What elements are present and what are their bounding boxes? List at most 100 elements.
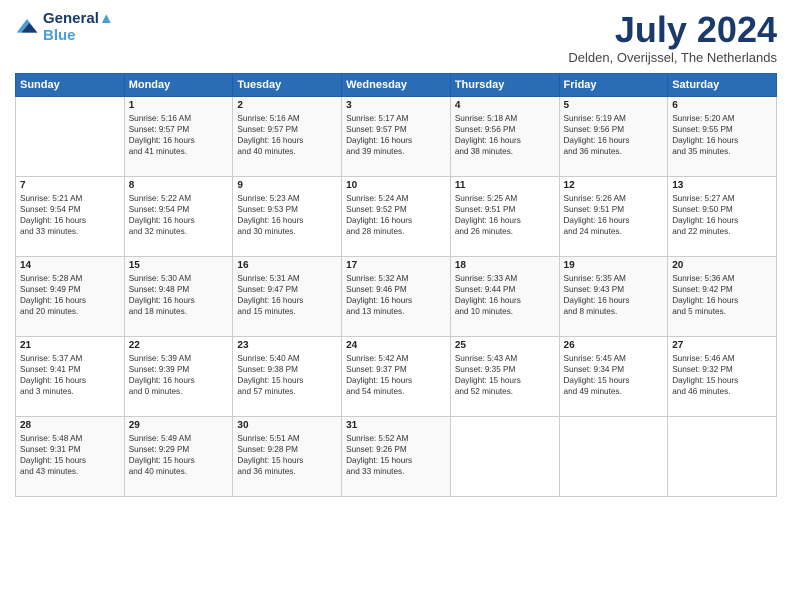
day-number: 25	[455, 340, 555, 351]
calendar-cell: 3 Sunrise: 5:17 AM Sunset: 9:57 PM Daylig…	[342, 96, 451, 176]
day-info: Sunrise: 5:46 AM Sunset: 9:32 PM Dayligh…	[672, 353, 772, 397]
calendar-cell: 22Sunrise: 5:39 AM Sunset: 9:39 PM Dayli…	[124, 336, 233, 416]
day-info: Sunrise: 5:32 AM Sunset: 9:46 PM Dayligh…	[346, 273, 446, 317]
col-header-sunday: Sunday	[16, 73, 125, 96]
week-row-4: 21 Sunrise: 5:37 AM Sunset: 9:41 PM Dayli…	[16, 336, 777, 416]
logo-text: General▲ Blue	[43, 10, 114, 44]
calendar-cell: 6 Sunrise: 5:20 AM Sunset: 9:55 PM Daylig…	[668, 96, 777, 176]
calendar-cell: 29 Sunrise: 5:49 AM Sunset: 9:29 PM Dayli…	[124, 416, 233, 496]
day-info: Sunrise: 5:52 AM Sunset: 9:26 PM Dayligh…	[346, 433, 446, 477]
day-number: 8	[129, 180, 229, 191]
logo: General▲ Blue	[15, 10, 114, 44]
col-header-friday: Friday	[559, 73, 668, 96]
calendar-cell	[668, 416, 777, 496]
header-row: SundayMondayTuesdayWednesdayThursdayFrid…	[16, 73, 777, 96]
day-info: Sunrise: 5:21 AM Sunset: 9:54 PM Dayligh…	[20, 193, 120, 237]
day-info: Sunrise: 5:22 AM Sunset: 9:54 PM Dayligh…	[129, 193, 229, 237]
day-info: Sunrise: 5:33 AM Sunset: 9:44 PM Dayligh…	[455, 273, 555, 317]
col-header-monday: Monday	[124, 73, 233, 96]
day-number: 3	[346, 100, 446, 111]
day-info: Sunrise: 5:45 AM Sunset: 9:34 PM Dayligh…	[564, 353, 664, 397]
day-info: Sunrise: 5:24 AM Sunset: 9:52 PM Dayligh…	[346, 193, 446, 237]
header: General▲ Blue July 2024 Delden, Overijss…	[15, 10, 777, 65]
day-number: 6	[672, 100, 772, 111]
col-header-saturday: Saturday	[668, 73, 777, 96]
day-info: Sunrise: 5:49 AM Sunset: 9:29 PM Dayligh…	[129, 433, 229, 477]
day-info: Sunrise: 5:20 AM Sunset: 9:55 PM Dayligh…	[672, 113, 772, 157]
calendar-cell: 24 Sunrise: 5:42 AM Sunset: 9:37 PM Dayli…	[342, 336, 451, 416]
calendar-cell: 8 Sunrise: 5:22 AM Sunset: 9:54 PM Daylig…	[124, 176, 233, 256]
page: General▲ Blue July 2024 Delden, Overijss…	[0, 0, 792, 612]
day-number: 14	[20, 260, 120, 271]
calendar-cell: 23Sunrise: 5:40 AM Sunset: 9:38 PM Dayli…	[233, 336, 342, 416]
day-number: 12	[564, 180, 664, 191]
day-info: Sunrise: 5:39 AM Sunset: 9:39 PM Dayligh…	[129, 353, 229, 397]
day-number: 29	[129, 420, 229, 431]
day-number: 15	[129, 260, 229, 271]
col-header-tuesday: Tuesday	[233, 73, 342, 96]
week-row-3: 14 Sunrise: 5:28 AM Sunset: 9:49 PM Dayli…	[16, 256, 777, 336]
day-info: Sunrise: 5:30 AM Sunset: 9:48 PM Dayligh…	[129, 273, 229, 317]
day-number: 27	[672, 340, 772, 351]
day-number: 30	[237, 420, 337, 431]
calendar-cell: 16Sunrise: 5:31 AM Sunset: 9:47 PM Dayli…	[233, 256, 342, 336]
calendar-cell	[559, 416, 668, 496]
calendar-cell: 19Sunrise: 5:35 AM Sunset: 9:43 PM Dayli…	[559, 256, 668, 336]
day-info: Sunrise: 5:28 AM Sunset: 9:49 PM Dayligh…	[20, 273, 120, 317]
day-number: 20	[672, 260, 772, 271]
calendar-cell: 9 Sunrise: 5:23 AM Sunset: 9:53 PM Daylig…	[233, 176, 342, 256]
location: Delden, Overijssel, The Netherlands	[568, 50, 777, 65]
day-number: 21	[20, 340, 120, 351]
calendar-cell: 13Sunrise: 5:27 AM Sunset: 9:50 PM Dayli…	[668, 176, 777, 256]
calendar-cell: 15 Sunrise: 5:30 AM Sunset: 9:48 PM Dayli…	[124, 256, 233, 336]
day-number: 7	[20, 180, 120, 191]
day-info: Sunrise: 5:25 AM Sunset: 9:51 PM Dayligh…	[455, 193, 555, 237]
logo-icon	[15, 15, 39, 39]
calendar-cell: 28Sunrise: 5:48 AM Sunset: 9:31 PM Dayli…	[16, 416, 125, 496]
calendar-cell: 14 Sunrise: 5:28 AM Sunset: 9:49 PM Dayli…	[16, 256, 125, 336]
col-header-thursday: Thursday	[450, 73, 559, 96]
calendar-cell: 21 Sunrise: 5:37 AM Sunset: 9:41 PM Dayli…	[16, 336, 125, 416]
calendar-cell: 12 Sunrise: 5:26 AM Sunset: 9:51 PM Dayli…	[559, 176, 668, 256]
calendar-cell: 1Sunrise: 5:16 AM Sunset: 9:57 PM Daylig…	[124, 96, 233, 176]
title-block: July 2024 Delden, Overijssel, The Nether…	[568, 10, 777, 65]
calendar-cell: 5Sunrise: 5:19 AM Sunset: 9:56 PM Daylig…	[559, 96, 668, 176]
day-info: Sunrise: 5:23 AM Sunset: 9:53 PM Dayligh…	[237, 193, 337, 237]
day-number: 9	[237, 180, 337, 191]
calendar-cell: 26 Sunrise: 5:45 AM Sunset: 9:34 PM Dayli…	[559, 336, 668, 416]
calendar-cell: 11Sunrise: 5:25 AM Sunset: 9:51 PM Dayli…	[450, 176, 559, 256]
day-info: Sunrise: 5:31 AM Sunset: 9:47 PM Dayligh…	[237, 273, 337, 317]
calendar-cell: 17 Sunrise: 5:32 AM Sunset: 9:46 PM Dayli…	[342, 256, 451, 336]
day-info: Sunrise: 5:51 AM Sunset: 9:28 PM Dayligh…	[237, 433, 337, 477]
calendar-cell: 4Sunrise: 5:18 AM Sunset: 9:56 PM Daylig…	[450, 96, 559, 176]
week-row-5: 28Sunrise: 5:48 AM Sunset: 9:31 PM Dayli…	[16, 416, 777, 496]
day-number: 26	[564, 340, 664, 351]
calendar-cell	[16, 96, 125, 176]
day-number: 10	[346, 180, 446, 191]
calendar-cell: 27 Sunrise: 5:46 AM Sunset: 9:32 PM Dayli…	[668, 336, 777, 416]
calendar-table: SundayMondayTuesdayWednesdayThursdayFrid…	[15, 73, 777, 497]
day-number: 19	[564, 260, 664, 271]
day-number: 24	[346, 340, 446, 351]
day-info: Sunrise: 5:16 AM Sunset: 9:57 PM Dayligh…	[129, 113, 229, 157]
day-number: 31	[346, 420, 446, 431]
day-info: Sunrise: 5:36 AM Sunset: 9:42 PM Dayligh…	[672, 273, 772, 317]
calendar-cell: 25 Sunrise: 5:43 AM Sunset: 9:35 PM Dayli…	[450, 336, 559, 416]
day-info: Sunrise: 5:26 AM Sunset: 9:51 PM Dayligh…	[564, 193, 664, 237]
day-info: Sunrise: 5:37 AM Sunset: 9:41 PM Dayligh…	[20, 353, 120, 397]
week-row-2: 7 Sunrise: 5:21 AM Sunset: 9:54 PM Daylig…	[16, 176, 777, 256]
day-number: 17	[346, 260, 446, 271]
calendar-cell: 30 Sunrise: 5:51 AM Sunset: 9:28 PM Dayli…	[233, 416, 342, 496]
day-info: Sunrise: 5:48 AM Sunset: 9:31 PM Dayligh…	[20, 433, 120, 477]
calendar-cell: 20 Sunrise: 5:36 AM Sunset: 9:42 PM Dayli…	[668, 256, 777, 336]
day-info: Sunrise: 5:19 AM Sunset: 9:56 PM Dayligh…	[564, 113, 664, 157]
day-number: 2	[237, 100, 337, 111]
day-info: Sunrise: 5:43 AM Sunset: 9:35 PM Dayligh…	[455, 353, 555, 397]
day-info: Sunrise: 5:17 AM Sunset: 9:57 PM Dayligh…	[346, 113, 446, 157]
week-row-1: 1Sunrise: 5:16 AM Sunset: 9:57 PM Daylig…	[16, 96, 777, 176]
day-info: Sunrise: 5:42 AM Sunset: 9:37 PM Dayligh…	[346, 353, 446, 397]
day-info: Sunrise: 5:18 AM Sunset: 9:56 PM Dayligh…	[455, 113, 555, 157]
month-title: July 2024	[568, 10, 777, 50]
day-info: Sunrise: 5:40 AM Sunset: 9:38 PM Dayligh…	[237, 353, 337, 397]
day-number: 13	[672, 180, 772, 191]
